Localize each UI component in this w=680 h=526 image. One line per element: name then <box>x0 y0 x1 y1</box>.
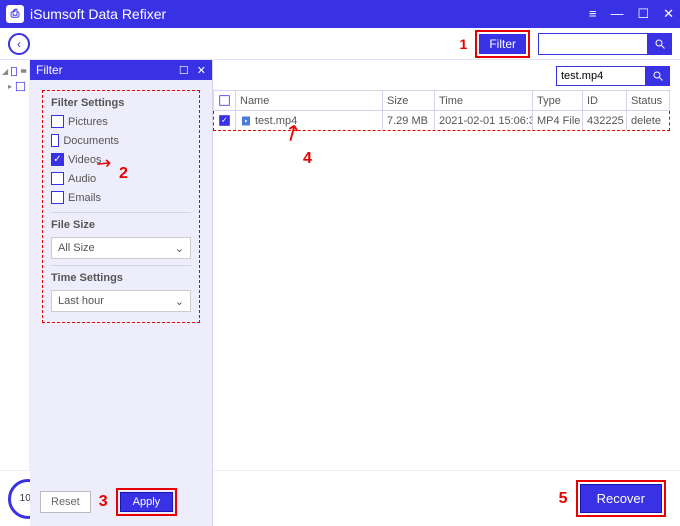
search-icon <box>652 70 664 82</box>
toolbar: ‹ 1 Filter <box>0 28 680 60</box>
filter-settings-highlight: Filter Settings Pictures Documents Video… <box>42 90 200 323</box>
back-button[interactable]: ‹ <box>8 33 30 55</box>
tree-item[interactable]: ◢ <box>2 64 27 78</box>
col-name[interactable]: Name <box>236 91 383 110</box>
file-id: 432225 <box>583 111 627 130</box>
menu-icon[interactable]: ≡ <box>589 6 597 22</box>
minimize-icon[interactable]: — <box>610 6 623 22</box>
close-icon[interactable]: ✕ <box>663 6 674 22</box>
filter-button[interactable]: Filter <box>479 34 526 54</box>
recover-button[interactable]: Recover <box>580 484 662 513</box>
annotation-2: 2 <box>119 165 128 183</box>
col-size[interactable]: Size <box>383 91 435 110</box>
top-search-button[interactable] <box>648 33 672 55</box>
annotation-4: 4 <box>303 150 312 168</box>
checkbox-documents[interactable]: Documents <box>51 134 119 147</box>
select-all-checkbox[interactable] <box>219 95 229 105</box>
results-search-button[interactable] <box>646 66 670 86</box>
col-status[interactable]: Status <box>627 91 669 110</box>
checkbox-audio[interactable]: Audio <box>51 172 119 185</box>
annotation-5: 5 <box>559 490 568 508</box>
video-file-icon <box>240 115 252 127</box>
time-settings-select[interactable]: Last hour⌄ <box>51 290 191 312</box>
checkbox-emails[interactable]: Emails <box>51 191 119 204</box>
panel-maximize-icon[interactable]: ☐ <box>179 64 189 77</box>
filter-settings-label: Filter Settings <box>51 97 191 109</box>
recover-button-highlight: Recover <box>576 480 666 517</box>
col-id[interactable]: ID <box>583 91 627 110</box>
file-size-label: File Size <box>51 219 191 231</box>
table-header: Name Size Time Type ID Status <box>213 90 670 111</box>
app-logo-icon: ⎙ <box>6 5 24 23</box>
row-checkbox[interactable] <box>219 115 229 125</box>
apply-button[interactable]: Apply <box>120 492 174 512</box>
panel-close-icon[interactable]: ✕ <box>197 64 206 77</box>
tree-item[interactable]: ▸ <box>2 80 27 93</box>
time-settings-label: Time Settings <box>51 272 191 284</box>
maximize-icon[interactable]: ☐ <box>637 6 649 22</box>
search-icon <box>654 38 666 50</box>
filter-panel-title: Filter <box>36 63 63 77</box>
results-search <box>556 66 670 86</box>
title-bar: ⎙ iSumsoft Data Refixer ≡ — ☐ ✕ <box>0 0 680 28</box>
filter-button-highlight: Filter <box>475 30 530 58</box>
chevron-down-icon: ⌄ <box>175 295 184 308</box>
apply-button-highlight: Apply <box>116 488 178 516</box>
file-size: 7.29 MB <box>383 111 435 130</box>
chevron-down-icon: ⌄ <box>175 242 184 255</box>
top-search <box>538 33 672 55</box>
app-title: iSumsoft Data Refixer <box>30 6 589 22</box>
top-search-input[interactable] <box>538 33 648 55</box>
file-time: 2021-02-01 15:06:38 <box>435 111 533 130</box>
results-search-input[interactable] <box>556 66 646 86</box>
annotation-3: 3 <box>99 493 108 511</box>
file-size-select[interactable]: All Size⌄ <box>51 237 191 259</box>
reset-button[interactable]: Reset <box>40 491 91 513</box>
file-status: delete <box>627 111 669 130</box>
file-type: MP4 File <box>533 111 583 130</box>
filter-panel-titlebar: Filter ☐ ✕ <box>30 60 212 80</box>
checkbox-pictures[interactable]: Pictures <box>51 115 119 128</box>
results-area: Name Size Time Type ID Status test.mp4 7… <box>213 60 680 526</box>
col-time[interactable]: Time <box>435 91 533 110</box>
device-tree: ◢ ▸ <box>0 60 30 526</box>
drive-icon <box>20 64 27 78</box>
filter-panel: Filter ☐ ✕ Filter Settings Pictures Docu… <box>30 60 213 526</box>
col-type[interactable]: Type <box>533 91 583 110</box>
annotation-1: 1 <box>460 36 468 52</box>
